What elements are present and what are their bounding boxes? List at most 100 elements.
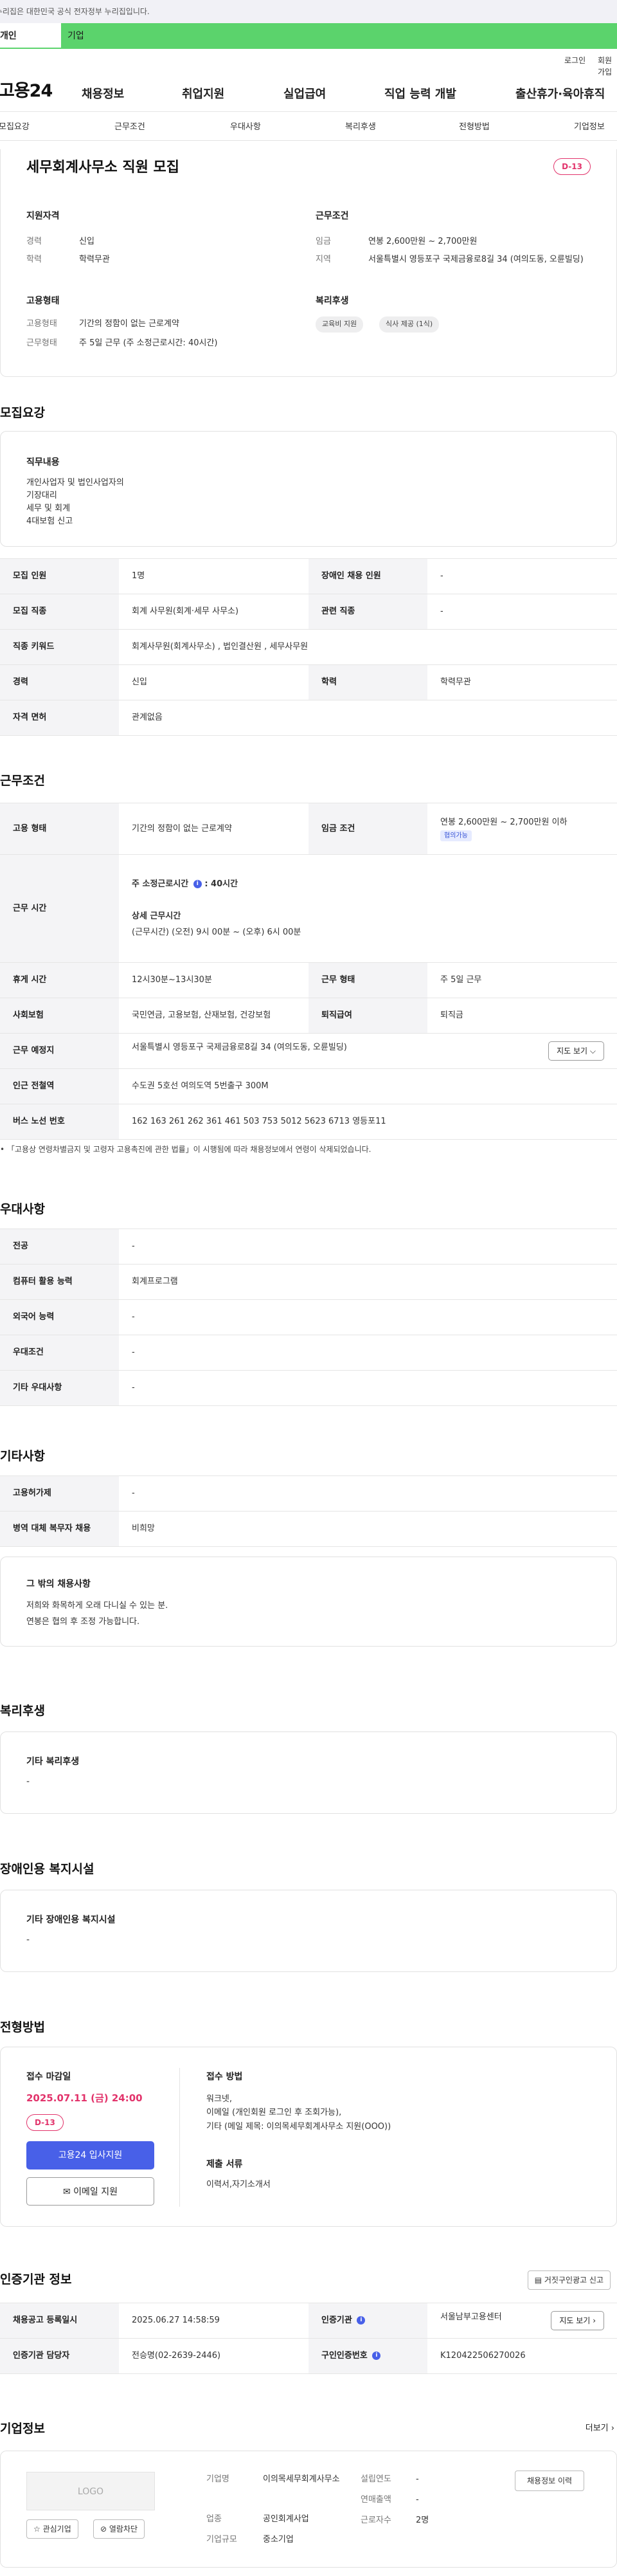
- anchor-tab-work[interactable]: 근무조건: [114, 121, 145, 134]
- cell-label: 모집 직종: [0, 594, 119, 630]
- method-line: 기타 (메일 제목: 이의목세무회계사무소 지원(OOO)): [206, 2121, 391, 2132]
- duty-line: 세무 및 회계: [26, 504, 71, 514]
- report-fake-ad-button[interactable]: ▤ 거짓구인광고 신고: [527, 2270, 611, 2290]
- cell-label: 고용허가제: [0, 1475, 119, 1512]
- qual-label: 경력: [26, 237, 42, 246]
- cell-label: 자격 면허: [0, 700, 119, 736]
- cell-value: -: [119, 1229, 617, 1265]
- etc-line: 저희와 화목하게 오래 다니실 수 있는 분.: [26, 1601, 168, 1611]
- duty-text: 개인사업자 및 법인사업자의 기장대리 세무 및 회계 4대보험 신고: [26, 477, 124, 529]
- cell-value: 회계사무원(회계사무소) , 법인결산원 , 세무사무원: [119, 629, 617, 665]
- welfare-section-title: 복리후생: [0, 1704, 45, 1718]
- cond-value: 연봉 2,600만원 ~ 2,700만원: [368, 237, 478, 246]
- agency-map-button[interactable]: 지도 보기 ›: [551, 2311, 604, 2330]
- cell-label: 버스 노선 번호: [0, 1104, 119, 1140]
- anchor-tab-recruit[interactable]: 모집요강: [0, 121, 30, 134]
- cell-label: 기타 우대사항: [0, 1370, 119, 1406]
- detail-hours-title: 상세 근무시간: [132, 911, 181, 921]
- recruit-table: 모집 인원 1명 장애인 채용 인원 - 모집 직종 회계 사무원(회계·세무 …: [0, 558, 617, 736]
- cell-label: 휴게 시간: [0, 962, 119, 998]
- cell-label: 인증기관 i: [308, 2303, 427, 2339]
- cell-label: 경력: [0, 664, 119, 700]
- cell-label: 구인인증번호 i: [308, 2338, 427, 2374]
- block-view-button[interactable]: ⊘ 열람차단: [93, 2519, 145, 2539]
- duty-box: 직무내용 개인사업자 및 법인사업자의 기장대리 세무 및 회계 4대보험 신고: [0, 431, 617, 547]
- table-row: 직종 키워드 회계사무원(회계사무소) , 법인결산원 , 세무사무원: [0, 629, 617, 665]
- favorite-company-button[interactable]: ☆ 관심기업: [26, 2519, 78, 2539]
- cell-label: 컴퓨터 활용 능력: [0, 1264, 119, 1300]
- duty-line: 개인사업자 및 법인사업자의: [26, 478, 124, 488]
- company-logo: LOGO: [26, 2472, 155, 2510]
- map-button[interactable]: 지도 보기 ⌵: [548, 1041, 604, 1061]
- nav-employment-support[interactable]: 취업지원: [182, 86, 224, 103]
- tab-business[interactable]: 기업: [61, 23, 617, 49]
- cell-label: 퇴직급여: [308, 998, 427, 1034]
- etc-box-text: 저희와 화목하게 오래 다니실 수 있는 분. 연봉은 협의 후 조정 가능합니…: [26, 1598, 168, 1630]
- document-icon: ▤: [534, 2276, 542, 2285]
- anchor-tab-process[interactable]: 전형방법: [459, 121, 490, 134]
- company-more-link[interactable]: 더보기 ›: [586, 2422, 614, 2435]
- place-value: 서울특별시 영등포구 국제금융로8길 34 (여의도동, 오륜빌딩): [132, 1043, 347, 1052]
- cell-label: 전공: [0, 1229, 119, 1265]
- employment-type-title: 고용형태: [26, 296, 60, 306]
- utility-links: 로그인 회원가입: [0, 49, 617, 77]
- qualification-title: 지원자격: [26, 211, 60, 221]
- anchor-tab-preference[interactable]: 우대사항: [230, 121, 261, 134]
- cell-value: 기간의 정함이 없는 근로계약: [119, 803, 308, 855]
- cell-value: -: [119, 1475, 617, 1512]
- cell-value: 회계프로그램: [119, 1264, 617, 1300]
- cell-value: 2025.06.27 14:58:59: [119, 2303, 308, 2339]
- login-link[interactable]: 로그인: [564, 55, 586, 66]
- nav-unemployment-benefit[interactable]: 실업급여: [283, 86, 326, 103]
- emp-label: 근무형태: [26, 338, 57, 348]
- info-icon[interactable]: i: [372, 2352, 381, 2361]
- agency-label: 인증기관: [321, 2316, 352, 2326]
- email-apply-label: 이메일 지원: [73, 2187, 118, 2197]
- company-more-label: 더보기: [585, 2424, 609, 2433]
- weekly-hours-title: 주 소정근로시간: [132, 879, 189, 890]
- cell-value: -: [119, 1335, 617, 1371]
- detail-hours: (근무시간) (오전) 9시 00분 ~ (오후) 6시 00분: [132, 927, 301, 938]
- cell-label: 모집 인원: [0, 558, 119, 594]
- table-row: 전공 -: [0, 1229, 617, 1265]
- duty-line: 기장대리: [26, 491, 57, 501]
- cert-no-label: 구인인증번호: [321, 2351, 368, 2361]
- table-row: 고용허가제 -: [0, 1475, 617, 1512]
- anchor-tab-welfare[interactable]: 복리후생: [345, 121, 376, 134]
- cond-label: 지역: [316, 255, 331, 264]
- info-icon[interactable]: i: [193, 880, 202, 889]
- table-row: 버스 노선 번호 162 163 261 262 361 461 503 753…: [0, 1104, 617, 1140]
- qual-value: 학력무관: [79, 255, 110, 264]
- industry-value: 공인회계사업: [263, 2514, 309, 2524]
- jobs-history-button[interactable]: 채용정보 이력: [515, 2471, 585, 2491]
- welfare-box-value: -: [26, 1777, 30, 1787]
- method-title: 접수 방법: [206, 2072, 243, 2082]
- nav-parental-leave[interactable]: 출산휴가·육아휴직: [515, 86, 605, 103]
- cell-value: 학력무관: [427, 664, 617, 700]
- cell-value: 수도권 5호선 여의도역 5번출구 300M: [119, 1068, 617, 1104]
- anchor-tab-company[interactable]: 기업정보: [574, 121, 605, 134]
- block-icon: ⊘: [100, 2525, 107, 2534]
- cell-value: 국민연금, 고용보험, 산재보험, 건강보험: [119, 998, 308, 1034]
- cell-label: 근무 시간: [0, 854, 119, 963]
- cell-label: 우대조건: [0, 1335, 119, 1371]
- cell-value: 신입: [119, 664, 308, 700]
- nav-jobs[interactable]: 채용정보: [82, 86, 124, 103]
- year-label: 설립연도: [361, 2474, 391, 2484]
- tab-personal[interactable]: 개인: [0, 23, 61, 49]
- section-anchor-tabs: 모집요강 근무조건 우대사항 복리후생 전형방법 기업정보: [0, 112, 617, 141]
- weekly-hours-value: : 40시간: [204, 879, 238, 890]
- email-apply-button[interactable]: ✉ 이메일 지원: [26, 2177, 154, 2206]
- divider: [179, 2068, 180, 2207]
- qual-value: 신입: [79, 237, 94, 246]
- welfare-box: 기타 복리후생 -: [0, 1731, 617, 1814]
- nav-vocational-training[interactable]: 직업 능력 개발: [384, 86, 456, 103]
- cell-label: 장애인 채용 인원: [308, 558, 427, 594]
- tab-personal-label: 개인: [0, 31, 17, 41]
- apply-button[interactable]: 고용24 입사지원: [26, 2141, 154, 2170]
- info-icon[interactable]: i: [357, 2316, 366, 2325]
- site-logo[interactable]: 고용24: [0, 78, 53, 105]
- cell-value: K120422506270026: [427, 2338, 617, 2374]
- age-note-text: 「고용상 연령차별금지 및 고령자 고용촉진에 관한 법률」이 시행됨에 따라 …: [6, 1145, 371, 1154]
- mail-icon: ✉: [62, 2187, 71, 2197]
